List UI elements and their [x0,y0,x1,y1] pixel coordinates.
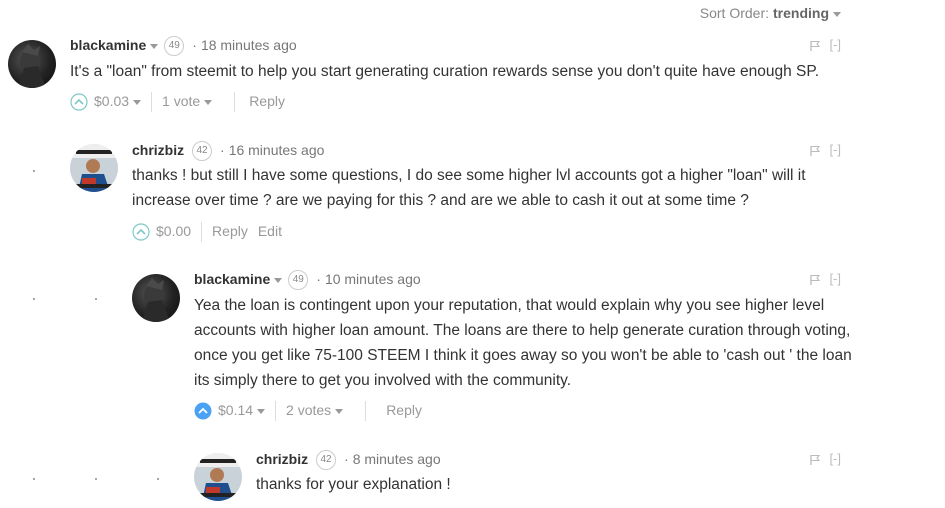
flag-icon[interactable] [809,274,821,286]
comment-body: It's a "loan" from steemit to help you s… [70,63,820,80]
avatar[interactable] [70,144,118,192]
comment-header: blackamine 49 · 18 minutes ago [70,35,297,57]
avatar[interactable] [194,453,242,501]
timestamp[interactable]: 8 minutes ago [353,451,441,467]
upvote-icon[interactable] [194,402,212,420]
reply-button[interactable]: Reply [386,402,422,418]
vote-count[interactable]: 1 vote [162,93,200,109]
separator-dot: · [220,142,225,158]
payout-value[interactable]: $0.00 [156,223,191,239]
comment-tools: [-] [809,449,841,469]
author-name[interactable]: blackamine [70,37,146,53]
avatar-image-icon [18,44,46,88]
thread-indicator-dot [33,170,35,172]
comment-footer: $0.14 2 votes Reply [194,399,422,422]
comment-tools: [-] [809,269,841,289]
edit-button[interactable]: Edit [258,223,282,239]
upvote-icon[interactable] [70,93,88,111]
author-name[interactable]: chrizbiz [132,142,184,158]
thread-indicator-dot [95,298,97,300]
vote-count[interactable]: 2 votes [286,402,331,418]
divider [275,401,277,422]
caret-down-icon[interactable] [204,99,213,105]
caret-down-icon[interactable] [133,99,142,105]
sort-order-value[interactable]: trending [773,5,829,21]
collapse-toggle[interactable]: [-] [829,37,841,52]
comment-body: thanks ! but still I have some questions… [132,167,806,209]
separator-dot: · [192,37,197,53]
divider [365,401,367,422]
comment-footer: $0.00 Reply Edit [132,220,282,243]
avatar[interactable] [132,274,180,322]
collapse-toggle[interactable]: [-] [829,142,841,157]
flag-icon[interactable] [809,40,821,52]
author-name[interactable]: chrizbiz [256,451,308,467]
collapse-toggle[interactable]: [-] [829,271,841,286]
separator-dot: · [316,271,321,287]
comment-header: chrizbiz 42 · 8 minutes ago [256,449,441,471]
avatar[interactable] [8,40,56,88]
comment-body: thanks for your explanation ! [256,476,451,493]
comment-header: blackamine 49 · 10 minutes ago [194,269,421,291]
reputation-badge: 42 [192,141,213,162]
separator-dot: · [344,451,349,467]
sort-order-label: Sort Order: [699,5,769,21]
reputation-badge: 42 [316,450,337,471]
collapse-toggle[interactable]: [-] [829,451,841,466]
timestamp[interactable]: 16 minutes ago [229,142,325,158]
comment-header: chrizbiz 42 · 16 minutes ago [132,140,325,162]
timestamp[interactable]: 10 minutes ago [325,271,421,287]
avatar-image-icon [142,278,170,322]
comment-footer: $0.03 1 vote Reply [70,90,285,113]
thread-indicator-dot [33,478,35,480]
reply-button[interactable]: Reply [212,223,248,239]
timestamp[interactable]: 18 minutes ago [201,37,297,53]
caret-down-icon[interactable] [257,408,266,414]
thread-indicator-dot [157,478,159,480]
payout-value[interactable]: $0.14 [218,402,253,418]
divider [151,92,153,113]
reputation-badge: 49 [164,36,185,57]
reply-button[interactable]: Reply [249,93,285,109]
flag-icon[interactable] [809,454,821,466]
reputation-badge: 49 [288,270,309,291]
sort-order[interactable]: Sort Order: trending [700,5,841,21]
flag-icon[interactable] [809,145,821,157]
divider [234,92,236,113]
author-name[interactable]: blackamine [194,271,270,287]
comment-tools: [-] [809,35,841,55]
thread-indicator-dot [33,298,35,300]
comment-tools: [-] [809,140,841,160]
caret-down-icon[interactable] [274,277,283,283]
payout-value[interactable]: $0.03 [94,93,129,109]
comment-body: Yea the loan is contingent upon your rep… [194,297,852,389]
upvote-icon[interactable] [132,223,150,241]
avatar-image-icon [70,144,118,192]
divider [201,222,203,243]
caret-down-icon[interactable] [150,43,159,49]
caret-down-icon[interactable] [833,11,841,17]
thread-indicator-dot [95,478,97,480]
avatar-image-icon [194,453,242,501]
caret-down-icon[interactable] [335,408,344,414]
